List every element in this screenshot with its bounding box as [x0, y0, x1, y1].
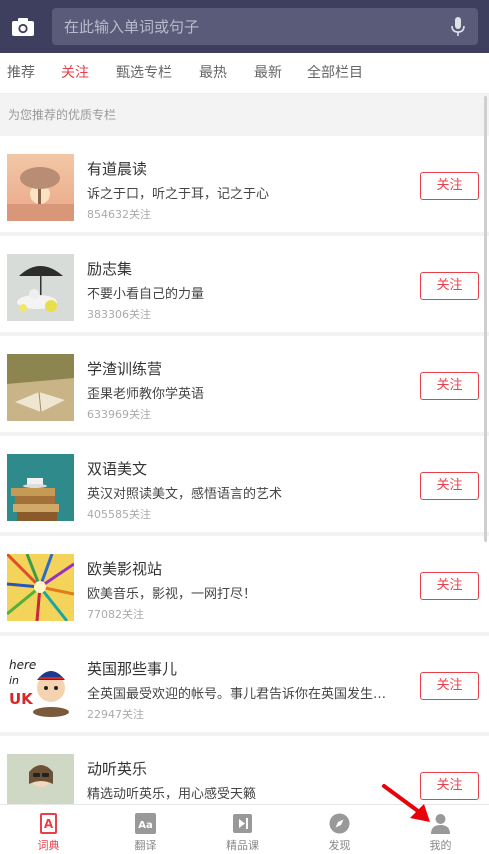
channel-tabs: 推荐 关注 甄选专栏 最热 最新 全部栏目 — [0, 53, 489, 94]
dictionary-icon: A — [38, 813, 59, 834]
column-title: 双语美文 — [87, 460, 148, 478]
follower-count: 77082关注 — [87, 608, 144, 621]
nav-discover[interactable]: 发现 — [291, 805, 388, 854]
column-description: 歪果老师教你学英语 — [87, 387, 205, 402]
tab-all-columns[interactable]: 全部栏目 — [307, 53, 363, 94]
nav-label: 发现 — [328, 839, 351, 852]
search-input[interactable] — [64, 8, 434, 45]
dictionary-glyph: A — [44, 817, 54, 831]
follow-button[interactable]: 关注 — [420, 472, 479, 500]
tab-newest[interactable]: 最新 — [254, 53, 282, 94]
follow-button[interactable]: 关注 — [420, 172, 479, 200]
course-icon — [232, 813, 253, 834]
column-title: 动听英乐 — [87, 760, 148, 778]
column-description: 全英国最受欢迎的帐号。事儿君告诉你在英国发生的事儿 — [87, 687, 397, 702]
tab-recommend[interactable]: 推荐 — [7, 53, 35, 94]
tab-featured-columns[interactable]: 甄选专栏 — [116, 53, 172, 94]
thumb-text-here: here — [9, 658, 36, 672]
column-thumbnail — [7, 454, 74, 521]
column-description: 英汉对照读美文，感悟语言的艺术 — [87, 487, 283, 502]
column-title: 英国那些事儿 — [87, 660, 178, 678]
annotation-arrow-icon — [380, 782, 440, 826]
column-thumbnail — [7, 254, 74, 321]
search-header — [0, 0, 489, 53]
column-list: 有道晨读 诉之于口，听之于耳，记之于心 854632关注 关注 励志集 不要小看… — [0, 136, 489, 804]
follower-count: 405585关注 — [87, 508, 151, 521]
follower-count: 854632关注 — [87, 208, 151, 221]
column-description: 欧美音乐，影视，一网打尽！ — [87, 587, 257, 602]
follow-button[interactable]: 关注 — [420, 672, 479, 700]
list-item[interactable]: here in UK 英国那些事儿 全英国最受欢迎的帐号。事儿君告诉你在英国发生… — [0, 636, 489, 732]
follow-button[interactable]: 关注 — [420, 372, 479, 400]
nav-dictionary[interactable]: A 词典 — [0, 805, 97, 854]
nav-label: 翻译 — [134, 839, 157, 852]
column-thumbnail — [7, 154, 74, 221]
nav-label: 我的 — [429, 839, 452, 852]
list-item[interactable]: 学渣训练营 歪果老师教你学英语 633969关注 关注 — [0, 336, 489, 432]
nav-course[interactable]: 精品课 — [194, 805, 291, 854]
thumb-text-in: in — [9, 674, 19, 687]
follow-button[interactable]: 关注 — [420, 272, 479, 300]
thumb-text-uk: UK — [9, 690, 34, 708]
translate-glyph: Aa — [138, 820, 153, 831]
list-item[interactable]: 双语美文 英汉对照读美文，感悟语言的艺术 405585关注 关注 — [0, 436, 489, 532]
tab-follow[interactable]: 关注 — [61, 53, 89, 94]
camera-icon[interactable] — [10, 14, 36, 40]
column-title: 有道晨读 — [87, 160, 148, 178]
list-item[interactable]: 励志集 不要小看自己的力量 383306关注 关注 — [0, 236, 489, 332]
search-box — [52, 8, 478, 45]
scrollbar[interactable] — [484, 96, 487, 542]
translate-icon: Aa — [135, 813, 156, 834]
nav-label: 精品课 — [226, 839, 259, 852]
follower-count: 22947关注 — [87, 708, 144, 721]
microphone-icon[interactable] — [448, 16, 468, 38]
list-item[interactable]: 欧美影视站 欧美音乐，影视，一网打尽！ 77082关注 关注 — [0, 536, 489, 632]
column-description: 不要小看自己的力量 — [87, 287, 205, 302]
compass-icon — [329, 813, 350, 834]
column-thumbnail — [7, 354, 74, 421]
list-item[interactable]: 有道晨读 诉之于口，听之于耳，记之于心 854632关注 关注 — [0, 136, 489, 232]
column-thumbnail — [7, 554, 74, 621]
column-title: 欧美影视站 — [87, 560, 163, 578]
follower-count: 633969关注 — [87, 408, 151, 421]
nav-label: 词典 — [37, 839, 60, 852]
follower-count: 383306关注 — [87, 308, 151, 321]
column-description: 诉之于口，听之于耳，记之于心 — [87, 187, 270, 202]
follow-button[interactable]: 关注 — [420, 572, 479, 600]
section-title: 为您推荐的优质专栏 — [8, 108, 117, 122]
column-description: 精选动听英乐，用心感受天籁 — [87, 787, 257, 802]
column-title: 学渣训练营 — [87, 360, 163, 378]
column-thumbnail: here in UK — [7, 654, 74, 721]
section-header: 为您推荐的优质专栏 — [0, 94, 489, 136]
column-thumbnail — [7, 754, 74, 804]
tab-hottest[interactable]: 最热 — [199, 53, 227, 94]
nav-translate[interactable]: Aa 翻译 — [97, 805, 194, 854]
column-title: 励志集 — [87, 260, 133, 278]
